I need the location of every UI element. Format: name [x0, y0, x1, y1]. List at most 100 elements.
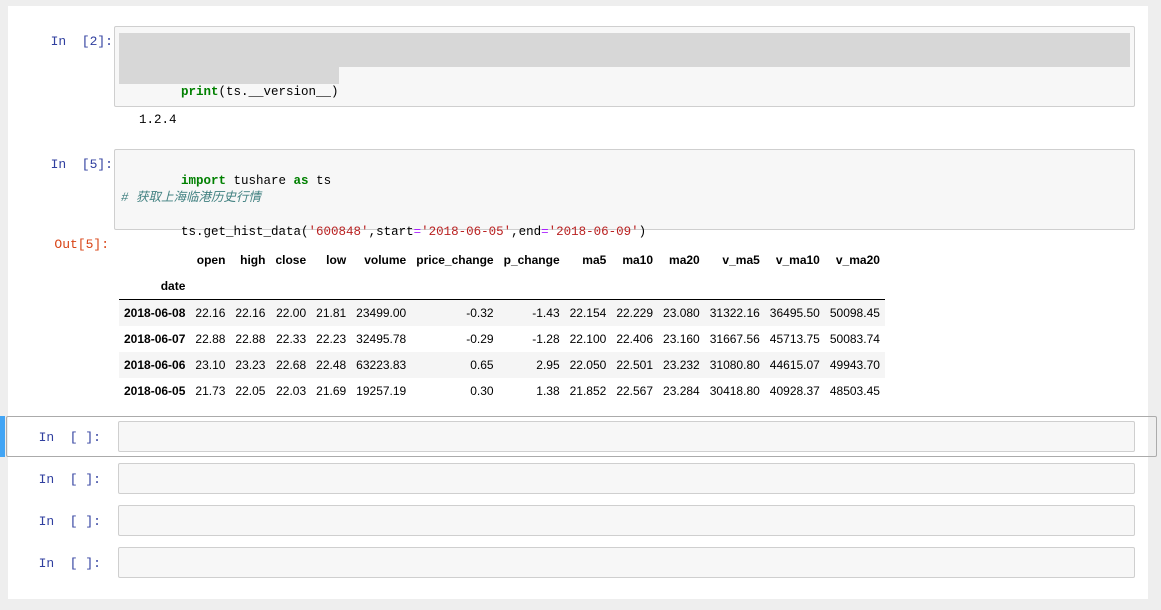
code-line	[119, 50, 1130, 67]
input-prompt: In [ ]:	[38, 430, 101, 445]
table-cell: 44615.07	[769, 358, 820, 372]
column-header: price_change	[416, 253, 494, 267]
code-text: (ts.__version__)	[218, 85, 339, 99]
table-cell: 45713.75	[769, 332, 820, 346]
input-prompt: In [5]:	[50, 157, 113, 172]
column-header: p_change	[503, 253, 560, 267]
column-header: ma5	[582, 253, 607, 267]
table-cell: 19257.19	[356, 384, 407, 398]
table-cell: 49943.70	[829, 358, 880, 372]
table-header-row: open high close low volume price_change …	[119, 247, 885, 273]
table-cell: 22.33	[276, 332, 307, 346]
input-prompt: In [ ]:	[38, 472, 101, 487]
table-row: 2018-06-06 23.10 23.23 22.68 22.48 63223.83 0.…	[119, 352, 885, 378]
table-cell: -1.43	[532, 306, 560, 320]
code-editor[interactable]	[118, 547, 1135, 578]
table-cell: -0.32	[466, 306, 494, 320]
table-cell: 48503.45	[829, 384, 880, 398]
table-cell: 22.050	[569, 358, 607, 372]
table-cell: -1.28	[532, 332, 560, 346]
table-cell: 21.81	[316, 306, 347, 320]
column-header: v_ma20	[835, 253, 880, 267]
table-cell: 50098.45	[829, 306, 880, 320]
table-cell: 21.69	[316, 384, 347, 398]
table-cell: 22.03	[276, 384, 307, 398]
table-cell: 2.95	[536, 358, 560, 372]
code-editor[interactable]: import tushare as ts # 获取上海临港历史行情 ts.get…	[114, 149, 1135, 239]
table-cell: 22.68	[276, 358, 307, 372]
table-cell: 22.154	[569, 306, 607, 320]
column-header: open	[196, 253, 226, 267]
row-index-date: 2018-06-08	[124, 306, 186, 320]
table-cell: 22.00	[276, 306, 307, 320]
table-cell: 22.100	[569, 332, 607, 346]
string-literal: '600848'	[308, 225, 369, 239]
table-cell: 31667.56	[709, 332, 760, 346]
table-cell: 1.38	[536, 384, 560, 398]
string-literal: '2018-06-05'	[421, 225, 512, 239]
table-cell: 0.65	[470, 358, 494, 372]
code-editor[interactable]	[118, 505, 1135, 536]
table-cell: 23.10	[195, 358, 226, 372]
column-header: v_ma5	[722, 253, 760, 267]
table-cell: 63223.83	[356, 358, 407, 372]
table-cell: 22.16	[235, 306, 266, 320]
table-cell: 36495.50	[769, 306, 820, 320]
keyword: print	[181, 85, 219, 99]
table-cell: 21.852	[569, 384, 607, 398]
input-prompt: In [2]:	[50, 34, 113, 49]
table-cell: 31080.80	[709, 358, 760, 372]
column-header: v_ma10	[775, 253, 820, 267]
code-text: ts.get_hist_data(	[181, 225, 309, 239]
table-cell: 22.406	[616, 332, 654, 346]
table-cell: 22.229	[616, 306, 654, 320]
table-cell: 23499.00	[356, 306, 407, 320]
table-cell: 21.73	[195, 384, 226, 398]
column-header: ma20	[669, 253, 700, 267]
code-line: import tushare as ts	[121, 156, 331, 188]
code-text: tushare	[226, 174, 294, 188]
table-row: 2018-06-05 21.73 22.05 22.03 21.69 19257.19 0.…	[119, 378, 885, 404]
column-header: volume	[364, 253, 407, 267]
table-cell: 50083.74	[829, 332, 880, 346]
code-text: ts	[308, 174, 332, 188]
row-index-date: 2018-06-05	[124, 384, 186, 398]
table-cell: 0.30	[470, 384, 494, 398]
code-text: ,start	[368, 225, 414, 239]
code-editor[interactable]	[118, 421, 1135, 452]
code-editor[interactable]	[118, 463, 1135, 494]
code-line: print(ts.__version__)	[119, 67, 339, 99]
table-cell: -0.29	[466, 332, 494, 346]
table-cell: 22.501	[616, 358, 654, 372]
dataframe-table: open high close low volume price_change …	[119, 247, 885, 404]
table-cell: 23.080	[663, 306, 700, 320]
index-header-blank	[119, 247, 190, 273]
keyword: as	[293, 174, 309, 188]
column-header: close	[275, 253, 307, 267]
table-cell: 22.88	[195, 332, 226, 346]
table-cell: 23.23	[235, 358, 266, 372]
operator: =	[413, 225, 422, 239]
code-line: ts.get_hist_data('600848',start='2018-06…	[121, 207, 646, 239]
table-cell: 40928.37	[769, 384, 820, 398]
row-index-date: 2018-06-07	[124, 332, 186, 346]
code-text: ,end	[511, 225, 542, 239]
column-header: high	[240, 253, 266, 267]
output-prompt: Out[5]:	[54, 237, 109, 252]
table-cell: 22.88	[235, 332, 266, 346]
code-line: import tushare as ts	[119, 33, 1130, 65]
table-row: 2018-06-08 22.16 22.16 22.00 21.81 23499.00 -0…	[119, 299, 885, 326]
table-row: 2018-06-07 22.88 22.88 22.33 22.23 32495.78 -0…	[119, 326, 885, 352]
operator: =	[541, 225, 549, 239]
code-text: )	[638, 225, 647, 239]
table-cell: 22.48	[316, 358, 347, 372]
code-editor[interactable]: import tushare as ts print(ts.__version_…	[114, 26, 1135, 107]
code-comment: # 获取上海临港历史行情	[121, 191, 262, 205]
column-header: low	[326, 253, 347, 267]
row-index-date: 2018-06-06	[124, 358, 186, 372]
table-cell: 22.567	[616, 384, 654, 398]
table-cell: 22.23	[316, 332, 347, 346]
column-header: ma10	[622, 253, 654, 267]
table-cell: 23.232	[663, 358, 700, 372]
table-cell: 23.284	[663, 384, 700, 398]
